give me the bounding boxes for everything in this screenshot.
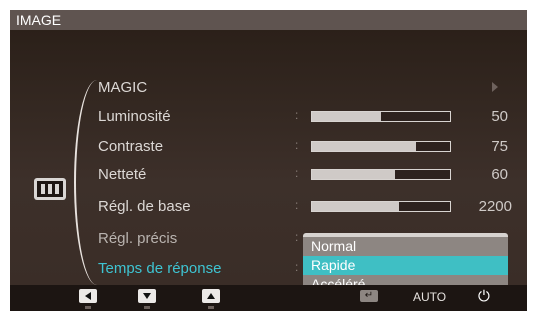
- picture-mode-icon: [34, 178, 66, 200]
- separator-colon: :: [295, 230, 299, 244]
- dropdown-option-normal[interactable]: Normal: [303, 237, 508, 256]
- separator-colon: :: [295, 138, 299, 152]
- button-indicator: [144, 306, 150, 309]
- slider-track[interactable]: [311, 111, 451, 122]
- slider-fill: [312, 112, 381, 121]
- slider-fill: [312, 142, 416, 151]
- slider-value: 2200: [478, 198, 512, 215]
- separator-colon: :: [295, 108, 299, 122]
- menu-item-label: Luminosité: [98, 108, 171, 125]
- slider-fill: [312, 202, 399, 211]
- bracket-decoration: [68, 80, 98, 285]
- menu-item-luminosite[interactable]: Luminosité : 50: [98, 106, 518, 128]
- submenu-arrow-icon: [492, 82, 498, 92]
- up-button[interactable]: [202, 289, 220, 303]
- auto-button[interactable]: AUTO: [413, 290, 446, 304]
- button-indicator: [85, 306, 91, 309]
- slider-value: 50: [491, 108, 508, 125]
- menu-title: IMAGE: [16, 12, 62, 28]
- down-button[interactable]: [138, 289, 156, 303]
- left-button[interactable]: [79, 289, 97, 303]
- menu-item-label: MAGIC: [98, 79, 148, 96]
- slider-track[interactable]: [311, 141, 451, 152]
- power-icon[interactable]: ⏻: [478, 287, 490, 305]
- up-arrow-icon: [207, 293, 215, 299]
- menu-item-label: Contraste: [98, 138, 164, 155]
- left-arrow-icon: [85, 292, 91, 300]
- menu-item-nettete[interactable]: Netteté : 60: [98, 164, 518, 186]
- separator-colon: :: [295, 166, 299, 180]
- slider-track[interactable]: [311, 169, 451, 180]
- title-bar: IMAGE: [10, 10, 527, 30]
- separator-colon: :: [295, 198, 299, 212]
- osd-window: IMAGE MAGIC Luminosité : 50 Contraste : …: [10, 10, 527, 311]
- menu-item-label: Régl. de base: [98, 198, 191, 215]
- menu-item-label: Régl. précis: [98, 230, 178, 247]
- button-guide-bar: ↵ AUTO ⏻: [10, 285, 527, 311]
- down-arrow-icon: [143, 293, 151, 299]
- menu-item-contraste[interactable]: Contraste : 75: [98, 136, 518, 158]
- dropdown-option-rapide[interactable]: Rapide: [303, 256, 508, 275]
- enter-icon[interactable]: ↵: [360, 290, 378, 302]
- menu-item-regl-de-base[interactable]: Régl. de base : 2200: [98, 196, 518, 218]
- slider-fill: [312, 170, 395, 179]
- slider-value: 75: [491, 138, 508, 155]
- menu-item-magic[interactable]: MAGIC: [98, 77, 518, 99]
- menu-panel: MAGIC Luminosité : 50 Contraste : 75 Net…: [10, 30, 527, 299]
- menu-item-label: Temps de réponse: [98, 260, 222, 277]
- separator-colon: :: [295, 260, 299, 274]
- button-indicator: [208, 306, 214, 309]
- slider-value: 60: [491, 166, 508, 183]
- menu-item-label: Netteté: [98, 166, 147, 183]
- slider-track[interactable]: [311, 201, 451, 212]
